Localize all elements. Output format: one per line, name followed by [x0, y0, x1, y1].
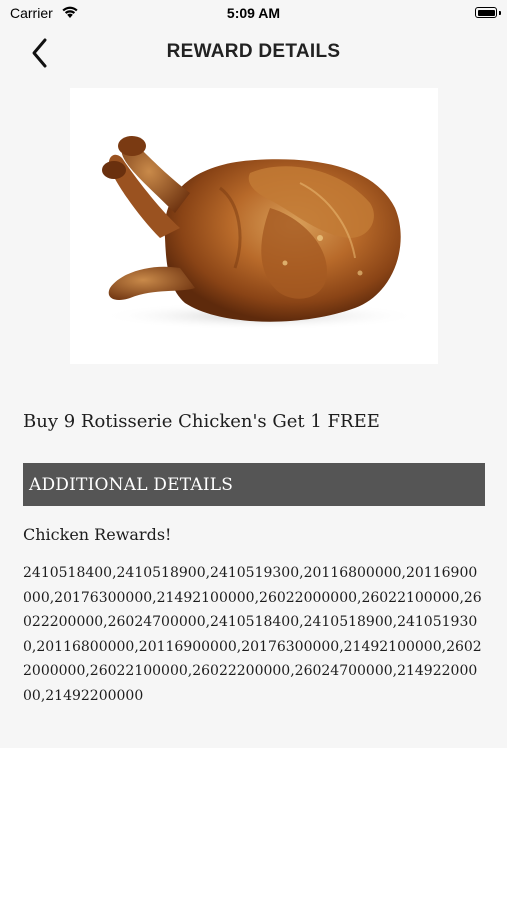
reward-title: Buy 9 Rotisserie Chicken's Get 1 FREE [23, 411, 380, 432]
reward-content: Buy 9 Rotisserie Chicken's Get 1 FREE AD… [0, 78, 507, 748]
status-bar: Carrier 5:09 AM [0, 0, 507, 28]
battery-nub [499, 11, 501, 15]
navigation-bar: REWARD DETAILS [0, 28, 507, 78]
reward-product-codes: 2410518400,2410518900,2410519300,2011680… [23, 565, 482, 704]
battery-icon [475, 7, 497, 18]
section-header-label: ADDITIONAL DETAILS [29, 475, 234, 495]
page-title: REWARD DETAILS [166, 41, 341, 62]
reward-details-screen: Carrier 5:09 AM REWARD DETAILS Buy 9 Rot… [0, 0, 507, 900]
reward-subtitle: Chicken Rewards! [23, 525, 172, 544]
rotisserie-chicken-image [70, 88, 438, 364]
additional-details-header: ADDITIONAL DETAILS [23, 463, 485, 506]
clock-time: 5:09 AM [226, 5, 281, 21]
